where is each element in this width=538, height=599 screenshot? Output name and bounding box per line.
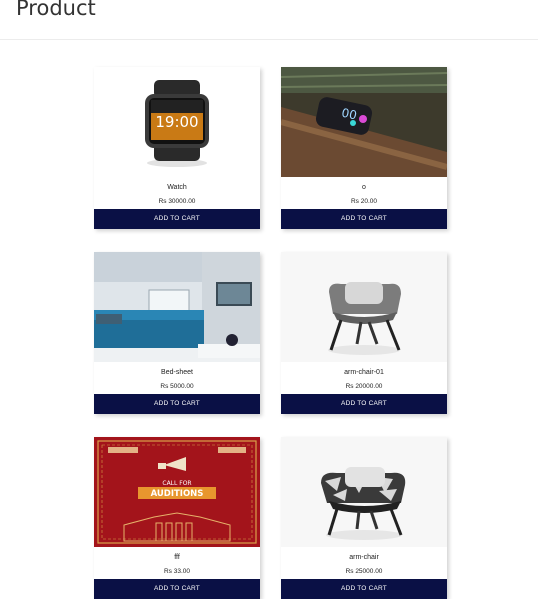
product-price: Rs 25000.00 bbox=[345, 568, 383, 575]
product-image-bed-sheet[interactable] bbox=[94, 252, 260, 362]
bedroom-photo bbox=[94, 252, 260, 362]
product-image-o[interactable]: 00 bbox=[281, 67, 447, 177]
product-name: arm-chair-01 bbox=[344, 369, 384, 376]
product-card: arm-chair Rs 25000.00 ADD TO CART bbox=[281, 437, 447, 599]
product-price: Rs 30000.00 bbox=[158, 198, 196, 205]
product-image-watch[interactable]: 19:00 bbox=[94, 67, 260, 177]
product-price: Rs 33.00 bbox=[163, 568, 191, 575]
product-card: arm-chair-01 Rs 20000.00 ADD TO CART bbox=[281, 252, 447, 414]
armchair-patterned-illustration bbox=[281, 437, 447, 547]
product-image-arm-chair[interactable] bbox=[281, 437, 447, 547]
product-image-fff[interactable]: CALL FOR AUDITIONS bbox=[94, 437, 260, 547]
page-title: Product bbox=[16, 0, 96, 20]
product-name: fff bbox=[174, 554, 180, 561]
product-price: Rs 20000.00 bbox=[345, 383, 383, 390]
product-card: 00 o Rs 20.00 ADD TO CART bbox=[281, 67, 447, 229]
product-name: Bed-sheet bbox=[161, 369, 193, 376]
smartwatch-photo: 00 bbox=[281, 67, 447, 177]
product-card: Bed-sheet Rs 5000.00 ADD TO CART bbox=[94, 252, 260, 414]
add-to-cart-button[interactable]: ADD TO CART bbox=[94, 579, 260, 599]
product-card: 19:00 Watch Rs 30000.00 ADD TO CART bbox=[94, 67, 260, 229]
armchair-gray-illustration bbox=[281, 252, 447, 362]
poster-line-2: AUDITIONS bbox=[151, 489, 204, 499]
product-grid: 19:00 Watch Rs 30000.00 ADD TO CART 00 o… bbox=[94, 67, 447, 599]
watch-illustration: 19:00 bbox=[94, 67, 260, 177]
product-card: CALL FOR AUDITIONS fff Rs 33.00 ADD TO C… bbox=[94, 437, 260, 599]
add-to-cart-button[interactable]: ADD TO CART bbox=[281, 394, 447, 414]
product-name: Watch bbox=[167, 184, 187, 191]
add-to-cart-button[interactable]: ADD TO CART bbox=[281, 579, 447, 599]
page-header: Product bbox=[0, 0, 538, 40]
add-to-cart-button[interactable]: ADD TO CART bbox=[281, 209, 447, 229]
add-to-cart-button[interactable]: ADD TO CART bbox=[94, 209, 260, 229]
product-price: Rs 20.00 bbox=[350, 198, 378, 205]
add-to-cart-button[interactable]: ADD TO CART bbox=[94, 394, 260, 414]
product-name: arm-chair bbox=[349, 554, 379, 561]
product-name: o bbox=[362, 184, 366, 191]
product-price: Rs 5000.00 bbox=[160, 383, 194, 390]
product-image-arm-chair-01[interactable] bbox=[281, 252, 447, 362]
poster-line-1: CALL FOR bbox=[162, 480, 191, 487]
watch-screen-time: 19:00 bbox=[155, 113, 198, 131]
audition-poster-illustration: CALL FOR AUDITIONS bbox=[94, 437, 260, 547]
